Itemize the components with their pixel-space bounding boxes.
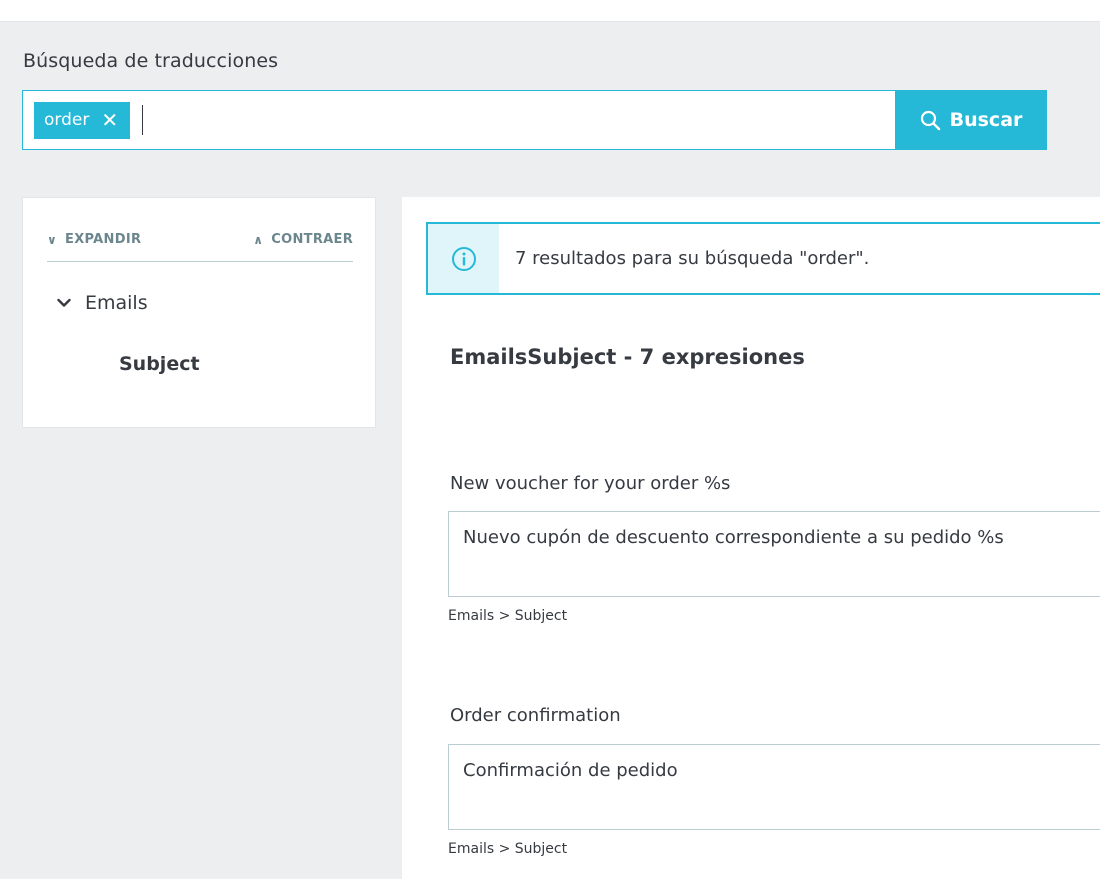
expand-all-button[interactable]: ∨ EXPANDIR [47,232,141,261]
domain-title: EmailsSubject - 7 expresiones [450,345,805,369]
search-tag: order ✕ [34,101,131,139]
entry-path: Emails > Subject [448,841,568,857]
info-icon [451,246,476,271]
tree-folder-emails[interactable]: Emails [57,292,148,314]
top-header-strip [0,0,1100,22]
search-bar: order ✕ Buscar [22,90,1047,150]
chevron-down-icon [57,298,71,307]
info-alert: 7 resultados para su búsqueda "order". [426,222,1100,295]
collapse-all-button[interactable]: ∧ CONTRAER [253,232,353,261]
search-label: Búsqueda de traducciones [23,50,279,72]
results-panel: 7 resultados para su búsqueda "order". E… [402,197,1100,879]
collapse-label: CONTRAER [271,232,353,247]
alert-icon-box [428,224,499,293]
search-icon [920,110,940,130]
search-tag-label: order [44,110,90,130]
search-input[interactable] [143,91,895,149]
search-button-label: Buscar [949,109,1023,131]
tree-folder-label: Emails [85,292,148,314]
expand-label: EXPANDIR [65,232,142,247]
tree-controls: ∨ EXPANDIR ∧ CONTRAER [47,232,353,262]
chevron-down-icon: ∨ [47,233,58,247]
entry-translation-field[interactable]: Confirmación de pedido [448,744,1100,830]
translation-tree-panel: ∨ EXPANDIR ∧ CONTRAER Emails Subject [22,197,376,428]
alert-text: 7 resultados para su búsqueda "order". [515,248,870,269]
entry-path: Emails > Subject [448,608,568,624]
entry-translation-field[interactable]: Nuevo cupón de descuento correspondiente… [448,511,1100,597]
search-button[interactable]: Buscar [895,90,1047,150]
entry-source-text: Order confirmation [450,705,621,726]
tree-leaf-subject[interactable]: Subject [119,353,200,375]
close-icon[interactable]: ✕ [101,110,118,130]
chevron-up-icon: ∧ [253,233,264,247]
entry-source-text: New voucher for your order %s [450,473,731,494]
